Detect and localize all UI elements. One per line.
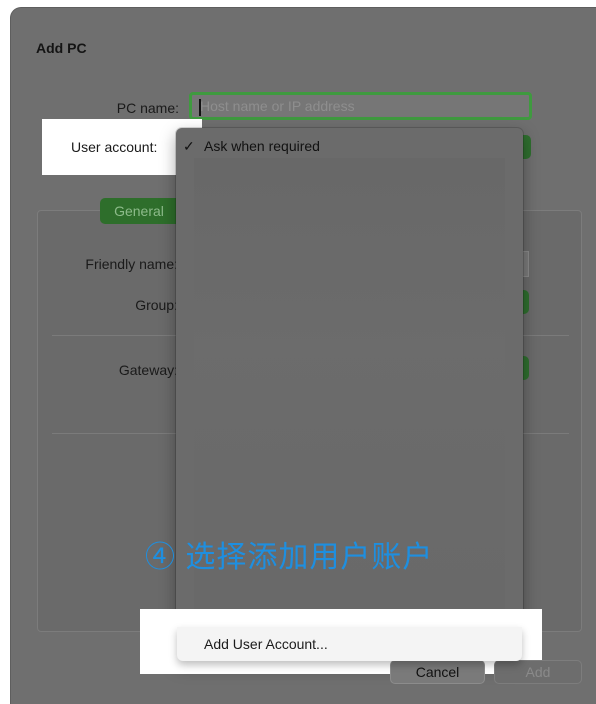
add-user-account-label: Add User Account...: [204, 636, 328, 652]
friendly-name-label: Friendly name:: [85, 256, 178, 272]
user-account-label: User account:: [71, 139, 158, 155]
user-account-dropdown-menu: [176, 128, 523, 661]
add-button[interactable]: Add: [494, 660, 582, 684]
cancel-button[interactable]: Cancel: [390, 660, 485, 684]
menu-item-ask-when-required[interactable]: Ask when required: [204, 138, 320, 154]
dialog-title: Add PC: [36, 40, 87, 56]
annotation-label: ④ 选择添加用户账户: [145, 541, 434, 574]
menu-item-add-user-account[interactable]: Add User Account...: [177, 627, 522, 661]
text-caret: [199, 99, 201, 116]
gateway-popup-edge[interactable]: [522, 356, 529, 380]
friendly-name-field-edge[interactable]: [522, 251, 529, 277]
group-label: Group:: [135, 297, 178, 313]
tab-general[interactable]: General: [100, 198, 178, 224]
group-popup-edge[interactable]: [522, 290, 529, 314]
checkmark-icon: ✓: [183, 138, 195, 154]
pc-name-label: PC name:: [116, 100, 179, 116]
pc-name-field[interactable]: [189, 92, 532, 120]
pc-name-input[interactable]: [192, 95, 529, 117]
gateway-label: Gateway:: [118, 362, 178, 378]
